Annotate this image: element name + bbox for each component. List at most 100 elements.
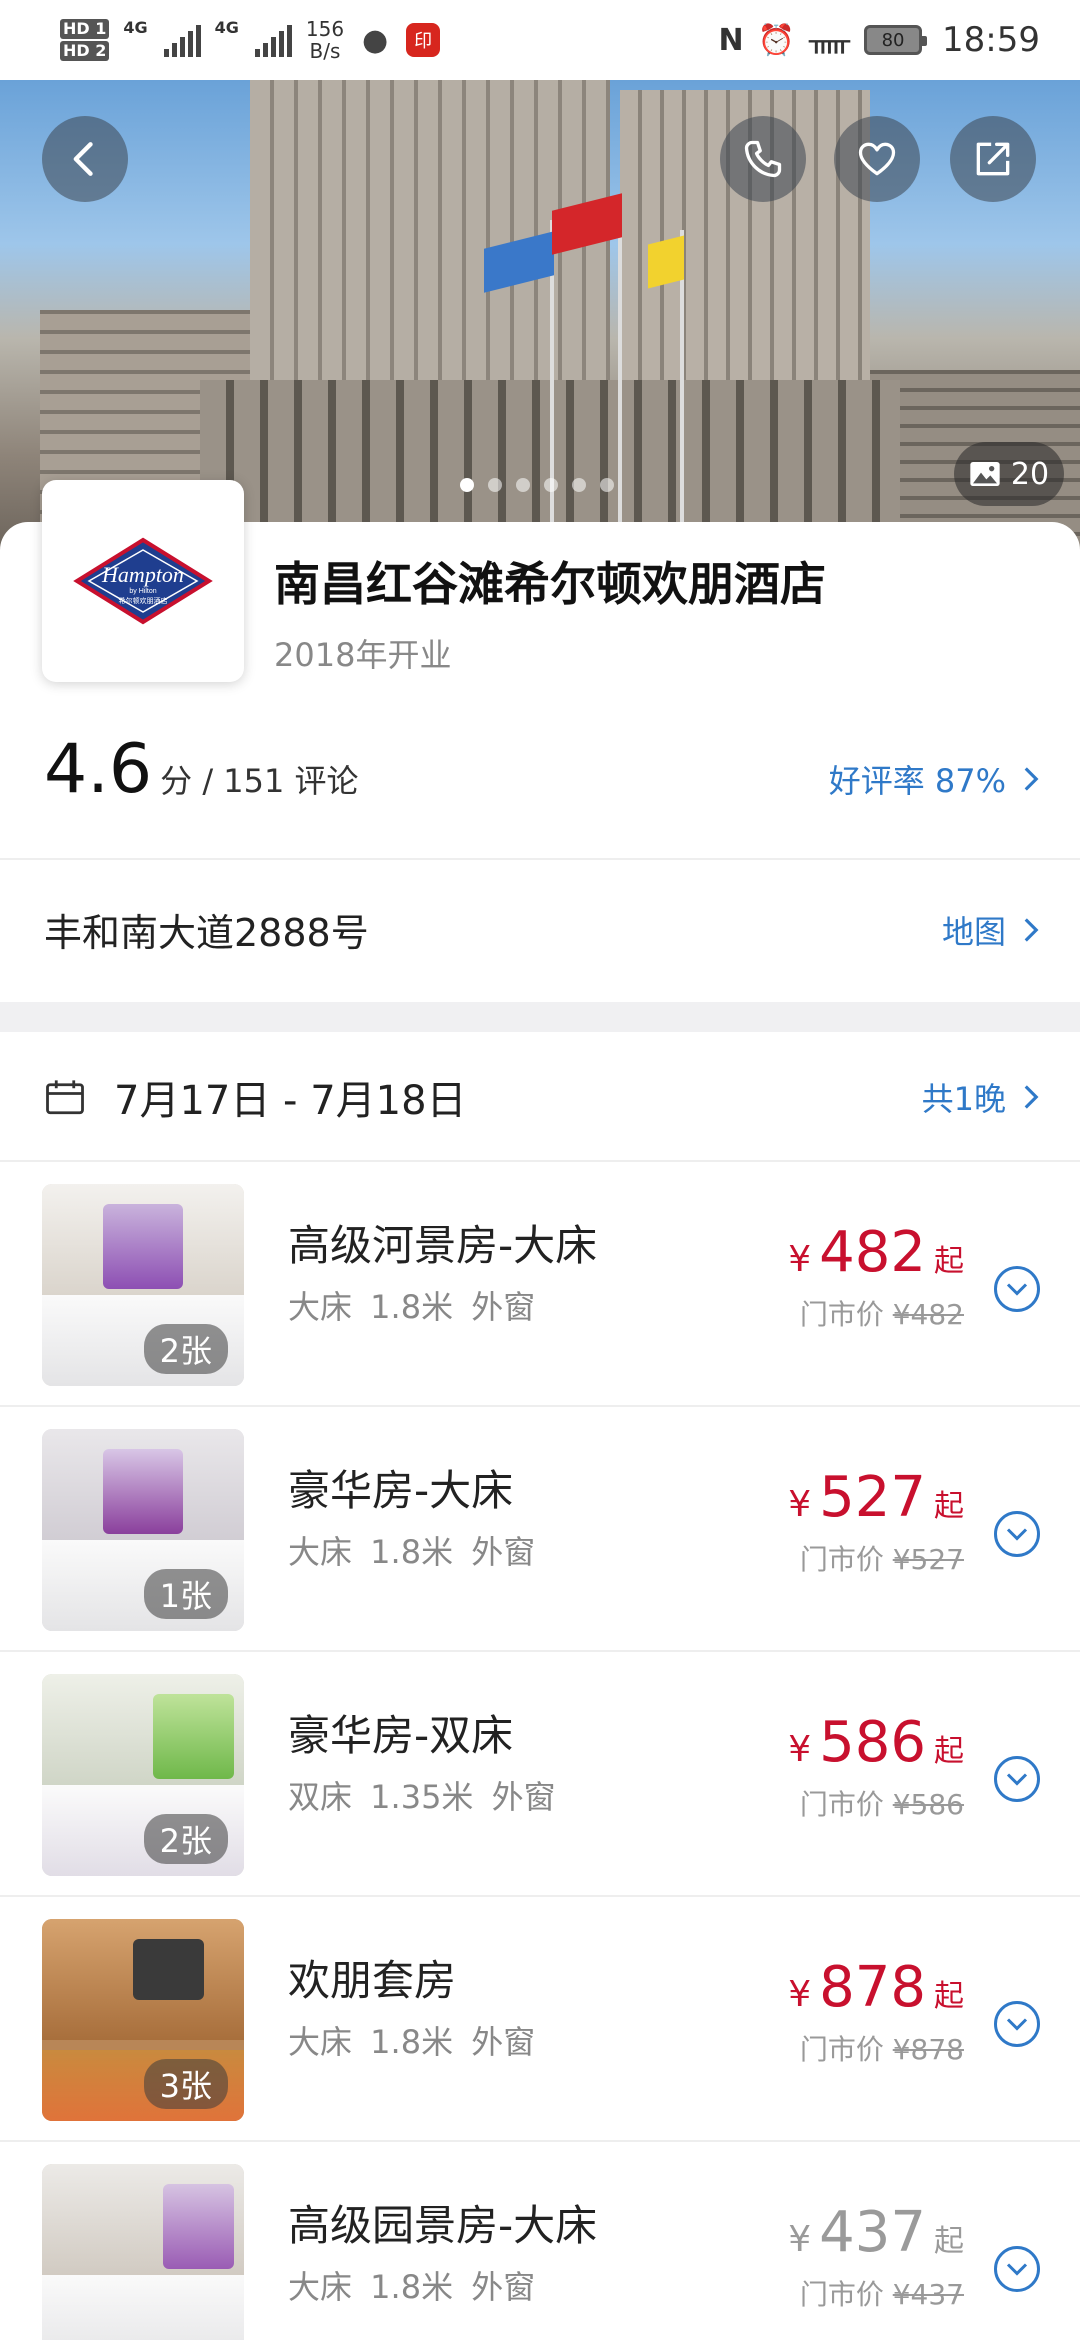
share-button[interactable]: [950, 116, 1036, 202]
room-photo-bed: [42, 2275, 244, 2340]
opened-year: 2018年开业: [274, 636, 452, 674]
room-price: ¥437 起 门市价 ¥437: [788, 2200, 964, 2313]
price-line: ¥878 起: [788, 1955, 964, 2020]
room-price: ¥527 起 门市价 ¥527: [788, 1465, 964, 1578]
room-row[interactable]: 2张 高级河景房-大床 大床 1.8米 外窗 ¥482 起 门市价 ¥482: [0, 1162, 1080, 1407]
room-photo-count: 2张: [143, 1324, 228, 1374]
expand-room-button[interactable]: [994, 1756, 1040, 1802]
price-line: ¥437 起: [788, 2200, 964, 2265]
room-photo-art: [102, 1204, 184, 1290]
status-left: HD 1 HD 2 4G 4G 156 B/s ● 印: [60, 17, 441, 62]
carousel-dot: [516, 478, 530, 492]
rack-price: 门市价 ¥586: [788, 1783, 964, 1823]
price-value: 586: [819, 1710, 926, 1775]
room-row[interactable]: 2张 豪华房-双床 双床 1.35米 外窗 ¥586 起 门市价 ¥586: [0, 1652, 1080, 1897]
rack-price-label: 门市价: [799, 1298, 884, 1331]
price-line: ¥586 起: [788, 1710, 964, 1775]
net-speed-value: 156: [305, 17, 345, 41]
room-name: 豪华房-双床: [288, 1711, 514, 1760]
battery-icon: 80: [864, 25, 928, 55]
rack-price: 门市价 ¥527: [788, 1538, 964, 1578]
expand-room-button[interactable]: [994, 1511, 1040, 1557]
room-photo[interactable]: [42, 2164, 244, 2340]
rack-price-label: 门市价: [799, 2278, 884, 2311]
chevron-down-icon: [1006, 1773, 1028, 1786]
room-photo[interactable]: 1张: [42, 1429, 244, 1631]
currency-symbol: ¥: [788, 1729, 812, 1770]
positive-rate-link[interactable]: 好评率 87%: [829, 756, 1040, 802]
back-button[interactable]: [42, 116, 128, 202]
price-value: 527: [819, 1465, 926, 1530]
calendar-icon: [46, 1080, 84, 1115]
nights-count: 共1晚: [921, 1080, 1006, 1118]
address-row[interactable]: 丰和南大道2888号 地图: [44, 902, 1040, 957]
chevron-down-icon: [1006, 2263, 1028, 2276]
rating-score-group: 4.6 分 / 151 评论: [44, 730, 359, 809]
room-desc: 双床 1.35米 外窗: [288, 1778, 556, 1816]
favorite-button[interactable]: [834, 116, 920, 202]
chevron-down-icon: [1006, 1283, 1028, 1296]
expand-room-button[interactable]: [994, 1266, 1040, 1312]
room-name: 豪华房-大床: [288, 1466, 514, 1515]
room-desc: 大床 1.8米 外窗: [288, 1533, 536, 1571]
room-name: 高级河景房-大床: [288, 1221, 598, 1270]
hd1-label: HD 1: [60, 19, 110, 39]
map-link[interactable]: 地图: [942, 907, 1040, 953]
room-price: ¥482 起 门市价 ¥482: [788, 1220, 964, 1333]
price-value: 878: [819, 1955, 926, 2020]
room-photo[interactable]: 2张: [42, 1674, 244, 1876]
hotel-address: 丰和南大道2888号: [44, 911, 369, 955]
app-notification-icon: 印: [406, 23, 441, 57]
logo-sub: by Hilton: [129, 588, 156, 595]
room-price: ¥878 起 门市价 ¥878: [788, 1955, 964, 2068]
room-row[interactable]: 高级园景房-大床 大床 1.8米 外窗 ¥437 起 门市价 ¥437: [0, 2142, 1080, 2340]
price-from: 起: [934, 1489, 964, 1524]
date-range: 7月17日 - 7月18日: [114, 1078, 467, 1124]
price-from: 起: [934, 1979, 964, 2014]
room-list: 2张 高级河景房-大床 大床 1.8米 外窗 ¥482 起 门市价 ¥482 1张…: [0, 1162, 1080, 2340]
carousel-dot: [460, 478, 474, 492]
carousel-dot: [572, 478, 586, 492]
room-desc: 大床 1.8米 外窗: [288, 2023, 536, 2061]
room-desc: 大床 1.8米 外窗: [288, 2268, 536, 2306]
map-link-label: 地图: [941, 912, 1006, 951]
phone-icon: [744, 140, 782, 178]
price-from: 起: [934, 1734, 964, 1769]
room-photo-art: [153, 1694, 234, 1780]
currency-symbol: ¥: [788, 1484, 812, 1525]
date-range-group: 7月17日 - 7月18日: [44, 1068, 467, 1126]
currency-symbol: ¥: [788, 1239, 812, 1280]
chevron-right-icon: [1024, 1085, 1039, 1109]
heart-icon: [858, 142, 896, 176]
room-photo[interactable]: 3张: [42, 1919, 244, 2121]
room-row[interactable]: 3张 欢朋套房 大床 1.8米 外窗 ¥878 起 门市价 ¥878: [0, 1897, 1080, 2142]
nights-link[interactable]: 共1晚: [922, 1074, 1040, 1120]
carousel-dots: [460, 478, 614, 492]
room-name: 高级园景房-大床: [288, 2201, 598, 2250]
room-photo-art: [132, 1939, 204, 2000]
photo-count-badge[interactable]: 20: [954, 442, 1064, 506]
review-count: 分 / 151 评论: [160, 762, 359, 800]
rating-score: 4.6: [44, 730, 153, 809]
rack-price: 门市价 ¥482: [788, 1293, 964, 1333]
share-icon: [976, 142, 1010, 176]
flagpole: [618, 200, 622, 550]
room-photo[interactable]: 2张: [42, 1184, 244, 1386]
expand-room-button[interactable]: [994, 2246, 1040, 2292]
expand-room-button[interactable]: [994, 2001, 1040, 2047]
price-value: 482: [819, 1220, 926, 1285]
room-row[interactable]: 1张 豪华房-大床 大床 1.8米 外窗 ¥527 起 门市价 ¥527: [0, 1407, 1080, 1652]
hotel-info-card: Hampton by Hilton 希尔顿欢朋酒店 南昌红谷滩希尔顿欢朋酒店 2…: [0, 480, 1080, 1002]
sim1-label: 4G: [123, 18, 148, 37]
sim2-label: 4G: [214, 18, 239, 37]
price-value: 437: [819, 2200, 926, 2265]
rating-row[interactable]: 4.6 分 / 151 评论 好评率 87%: [44, 730, 1040, 809]
call-button[interactable]: [720, 116, 806, 202]
rack-price-value: ¥878: [892, 2033, 964, 2066]
battery-level: 80: [881, 29, 905, 51]
rack-price: 门市价 ¥437: [788, 2273, 964, 2313]
room-photo-count: 1张: [143, 1569, 228, 1619]
hd2-label: HD 2: [60, 41, 110, 61]
chevron-down-icon: [1006, 1528, 1028, 1541]
date-selector[interactable]: 7月17日 - 7月18日 共1晚: [44, 1062, 1040, 1132]
